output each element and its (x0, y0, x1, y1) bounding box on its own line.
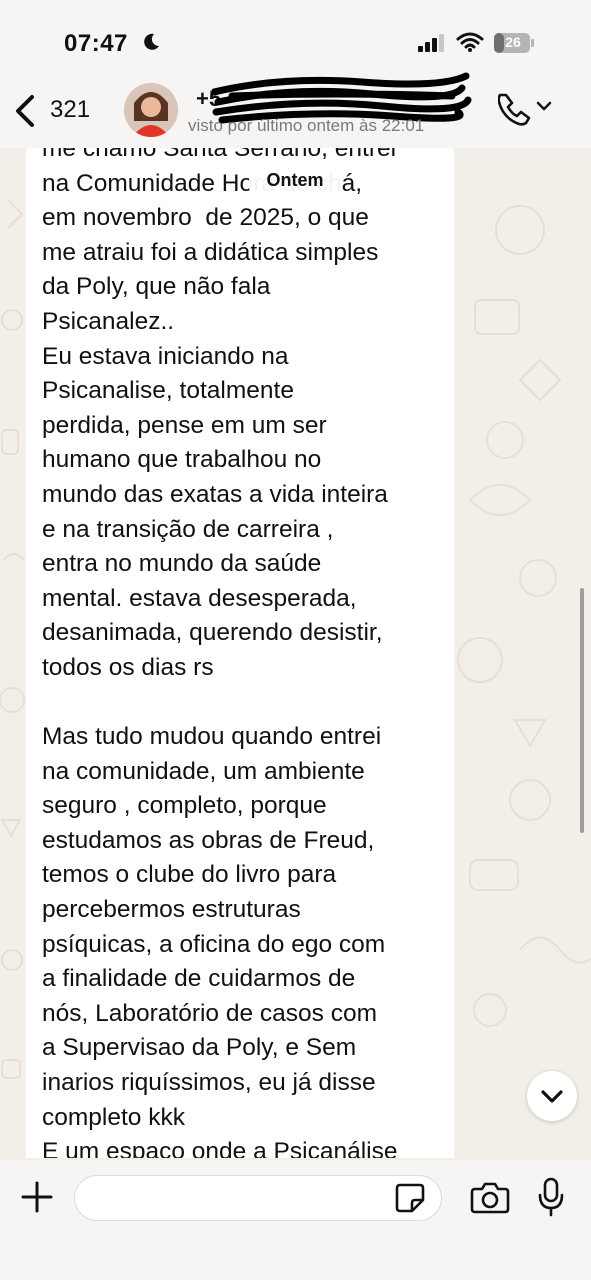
chat-header: 321 +5 visto por último ontem às 22:01 (0, 72, 591, 148)
message-text: me chamo Sarita Serrano, entrei na Comuni… (42, 148, 452, 1158)
message-line: da Poly, que não fala (42, 273, 271, 301)
message-line: humano que trabalhou no (42, 446, 322, 474)
message-line: na Comunidade Hora do chá, (42, 169, 363, 197)
plus-icon[interactable] (20, 1180, 54, 1214)
avatar[interactable] (124, 83, 178, 137)
message-line: todos os dias rs (42, 653, 214, 681)
message-line: E um espaço onde a Psicanálise (42, 1138, 398, 1158)
message-line: na comunidade, um ambiente (42, 757, 365, 785)
message-line: Mas tudo mudou quando entrei (42, 723, 382, 751)
chevron-down-icon[interactable] (536, 100, 552, 112)
composer-bar (0, 1160, 591, 1280)
battery-level: 26 (505, 34, 521, 50)
message-line: me atraiu foi a didática simples (42, 238, 379, 266)
message-line: estudamos as obras de Freud, (42, 826, 375, 854)
message-line: Eu estava iniciando na (42, 342, 289, 370)
phone-icon[interactable] (498, 92, 532, 126)
message-line: percebermos estruturas (42, 896, 301, 924)
message-line: Psicanalez.. (42, 307, 175, 335)
message-bubble[interactable]: me chamo Sarita Serrano, entrei na Comuni… (26, 148, 454, 1158)
message-line: mental. estava desesperada, (42, 584, 357, 612)
message-line: entra no mundo da saúde (42, 550, 322, 578)
unread-count[interactable]: 321 (50, 96, 90, 124)
date-separator: Ontem (249, 163, 341, 197)
message-line: a finalidade de cuidarmos de (42, 965, 356, 993)
sticker-icon[interactable] (394, 1182, 426, 1214)
last-seen-status: visto por último ontem às 22:01 (188, 116, 425, 135)
chevron-down-icon (541, 1090, 563, 1103)
message-input[interactable] (74, 1175, 442, 1221)
message-line (42, 686, 452, 721)
chevron-left-icon[interactable] (12, 94, 38, 128)
scrollbar[interactable] (580, 588, 584, 833)
message-line: mundo das exatas a vida inteira (42, 480, 388, 508)
message-line: completo kkk (42, 1103, 185, 1131)
status-time: 07:47 (64, 30, 128, 57)
message-line: perdida, pense em um ser (42, 411, 327, 439)
camera-icon[interactable] (470, 1181, 510, 1215)
wifi-icon (456, 32, 484, 52)
message-line: psíquicas, a oficina do ego com (42, 930, 386, 958)
message-line: inarios riquíssimos, eu já disse (42, 1069, 376, 1097)
message-line: nós, Laboratório de casos com (42, 999, 378, 1027)
signal-icon (418, 34, 444, 52)
message-line: a Supervisao da Poly, e Sem (42, 1034, 357, 1062)
message-line: seguro , completo, porque (42, 792, 327, 820)
microphone-icon[interactable] (537, 1177, 565, 1217)
message-line: Psicanalise, totalmente (42, 377, 294, 405)
message-line: temos o clube do livro para (42, 861, 337, 889)
scroll-down-button[interactable] (527, 1071, 577, 1121)
message-line: me chamo Sarita Serrano, entrei (42, 148, 397, 162)
message-line: desanimada, querendo desistir, (42, 619, 383, 647)
message-line: e na transição de carreira , (42, 515, 334, 543)
message-line: em novembro de 2025, o que (42, 204, 369, 232)
avatar-photo (124, 83, 178, 137)
moon-icon (144, 33, 159, 50)
